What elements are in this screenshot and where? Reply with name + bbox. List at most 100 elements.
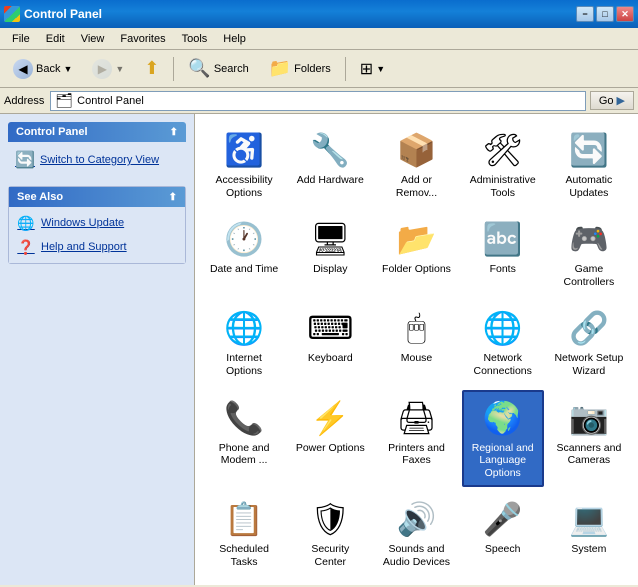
icon-label-phone-modem: Phone and Modem ...	[209, 442, 279, 467]
icon-img-regional-language: 🌍	[483, 398, 523, 438]
menu-tools[interactable]: Tools	[174, 31, 216, 47]
icon-label-display: Display	[313, 263, 347, 276]
icon-item-date-time[interactable]: 🕐Date and Time	[203, 211, 285, 296]
windows-update-link[interactable]: 🌐 Windows Update	[13, 211, 181, 235]
cp-collapse-icon[interactable]: ⬆	[170, 127, 178, 138]
folders-button[interactable]: 📁 Folders	[260, 54, 340, 83]
control-panel-header: Control Panel ⬆	[8, 122, 186, 142]
forward-dropdown-icon: ▼	[115, 64, 124, 74]
icon-item-wireless-network[interactable]: 📶Wireless Network Set...	[462, 581, 544, 585]
control-panel-section: Control Panel ⬆ 🔄 Switch to Category Vie…	[8, 122, 186, 178]
icon-item-mouse[interactable]: 🖱 Mouse	[375, 300, 457, 385]
switch-category-label: Switch to Category View	[40, 154, 159, 166]
menu-favorites[interactable]: Favorites	[112, 31, 173, 47]
forward-icon: ▶	[92, 59, 112, 79]
go-button[interactable]: Go ▶	[590, 91, 634, 110]
view-button[interactable]: ⊞ ▼	[351, 55, 394, 83]
forward-button[interactable]: ▶ ▼	[83, 55, 133, 83]
icon-item-accessibility[interactable]: ♿ Accessibility Options	[203, 122, 285, 207]
icon-item-system[interactable]: 💻System	[548, 491, 630, 576]
close-button[interactable]: ✕	[616, 6, 634, 22]
icon-img-network-connections: 🌐	[483, 308, 523, 348]
icon-label-power-options: Power Options	[296, 442, 365, 455]
search-button[interactable]: 🔍 Search	[179, 54, 257, 83]
icon-item-game-controllers[interactable]: 🎮Game Controllers	[548, 211, 630, 296]
see-also-collapse-icon[interactable]: ⬆	[169, 192, 177, 203]
icon-item-regional-language[interactable]: 🌍Regional and Language Options	[462, 390, 544, 488]
icon-img-add-hardware: 🔧	[310, 130, 350, 170]
address-folder-icon: 🗂	[55, 92, 73, 109]
icon-img-sounds-audio: 🔊	[396, 499, 436, 539]
icon-img-phone-modem: 📞	[224, 398, 264, 438]
icon-label-mouse: Mouse	[401, 352, 433, 365]
icon-item-admin-tools[interactable]: 🛠 Administrative Tools	[462, 122, 544, 207]
icon-label-printers-faxes: Printers and Faxes	[381, 442, 451, 467]
icon-item-add-remove[interactable]: 📦Add or Remov...	[375, 122, 457, 207]
icon-item-security-center[interactable]: 🛡Security Center	[289, 491, 371, 576]
icon-grid: ♿ Accessibility Options 🔧Add Hardware📦Add …	[203, 122, 630, 585]
icon-item-speech[interactable]: 🎤Speech	[462, 491, 544, 576]
back-label: Back	[36, 63, 60, 75]
icon-item-taskbar[interactable]: 📌Taskbar and Start Menu	[203, 581, 285, 585]
go-label: Go	[599, 95, 614, 107]
help-support-label: Help and Support	[41, 241, 127, 253]
icon-item-add-hardware[interactable]: 🔧Add Hardware	[289, 122, 371, 207]
icon-img-printers-faxes: 🖨	[396, 398, 436, 438]
icon-label-internet-options: Internet Options	[209, 352, 279, 377]
up-icon: ⬆	[144, 58, 159, 79]
icon-item-scheduled-tasks[interactable]: 📋Scheduled Tasks	[203, 491, 285, 576]
icon-item-phone-modem[interactable]: 📞 Phone and Modem ...	[203, 390, 285, 488]
icon-img-keyboard: ⌨	[310, 308, 350, 348]
icon-label-fonts: Fonts	[490, 263, 516, 276]
icon-item-network-wizard[interactable]: 🔗Network Setup Wizard	[548, 300, 630, 385]
icon-item-windows-firewall[interactable]: 🔥Windows Firewall	[375, 581, 457, 585]
maximize-button[interactable]: □	[596, 6, 614, 22]
icon-img-mouse: 🖱	[396, 308, 436, 348]
icon-item-sounds-audio[interactable]: 🔊 Sounds and Audio Devices	[375, 491, 457, 576]
up-button[interactable]: ⬆	[135, 54, 168, 83]
icon-label-accessibility: Accessibility Options	[209, 174, 279, 199]
icon-item-folder-options[interactable]: 📂 Folder Options	[375, 211, 457, 296]
icon-item-auto-updates[interactable]: 🔄Automatic Updates	[548, 122, 630, 207]
icon-item-network-connections[interactable]: 🌐Network Connections	[462, 300, 544, 385]
icon-item-power-options[interactable]: ⚡Power Options	[289, 390, 371, 488]
menu-help[interactable]: Help	[215, 31, 254, 47]
icon-label-speech: Speech	[485, 543, 521, 556]
icon-img-accessibility: ♿	[224, 130, 264, 170]
search-label: Search	[214, 63, 249, 75]
switch-category-link[interactable]: 🔄 Switch to Category View	[12, 148, 182, 172]
icon-item-scanners-cameras[interactable]: 📷Scanners and Cameras	[548, 390, 630, 488]
icon-item-user-accounts[interactable]: 👥User Accounts	[289, 581, 371, 585]
icon-img-network-wizard: 🔗	[569, 308, 609, 348]
icon-img-display: 🖥	[310, 219, 350, 259]
menu-file[interactable]: File	[4, 31, 38, 47]
icon-img-game-controllers: 🎮	[569, 219, 609, 259]
main-container: Control Panel ⬆ 🔄 Switch to Category Vie…	[0, 114, 638, 585]
menu-view[interactable]: View	[73, 31, 113, 47]
right-panel: ♿ Accessibility Options 🔧Add Hardware📦Add …	[195, 114, 638, 585]
icon-img-folder-options: 📂	[396, 219, 436, 259]
search-icon: 🔍	[188, 58, 210, 79]
window-icon	[4, 6, 20, 22]
icon-item-printers-faxes[interactable]: 🖨 Printers and Faxes	[375, 390, 457, 488]
help-support-icon: ❓	[17, 238, 35, 256]
icon-item-internet-options[interactable]: 🌐Internet Options	[203, 300, 285, 385]
address-input[interactable]: 🗂 Control Panel	[50, 91, 585, 111]
see-also-section: See Also ⬆ 🌐 Windows Update ❓ Help and S…	[8, 186, 186, 264]
menu-edit[interactable]: Edit	[38, 31, 73, 47]
icon-label-admin-tools: Administrative Tools	[468, 174, 538, 199]
address-value: Control Panel	[77, 95, 144, 107]
view-dropdown-icon: ▼	[376, 64, 385, 74]
icon-img-admin-tools: 🛠	[483, 130, 523, 170]
icon-item-display[interactable]: 🖥 Display	[289, 211, 371, 296]
view-icon: ⊞	[360, 59, 373, 79]
icon-item-fonts[interactable]: 🔤Fonts	[462, 211, 544, 296]
icon-label-folder-options: Folder Options	[382, 263, 451, 276]
help-support-link[interactable]: ❓ Help and Support	[13, 235, 181, 259]
back-button[interactable]: ◀ Back ▼	[4, 55, 81, 83]
icon-label-auto-updates: Automatic Updates	[554, 174, 624, 199]
icon-label-sounds-audio: Sounds and Audio Devices	[381, 543, 451, 568]
folders-icon: 📁	[269, 58, 291, 79]
icon-item-keyboard[interactable]: ⌨Keyboard	[289, 300, 371, 385]
minimize-button[interactable]: −	[576, 6, 594, 22]
